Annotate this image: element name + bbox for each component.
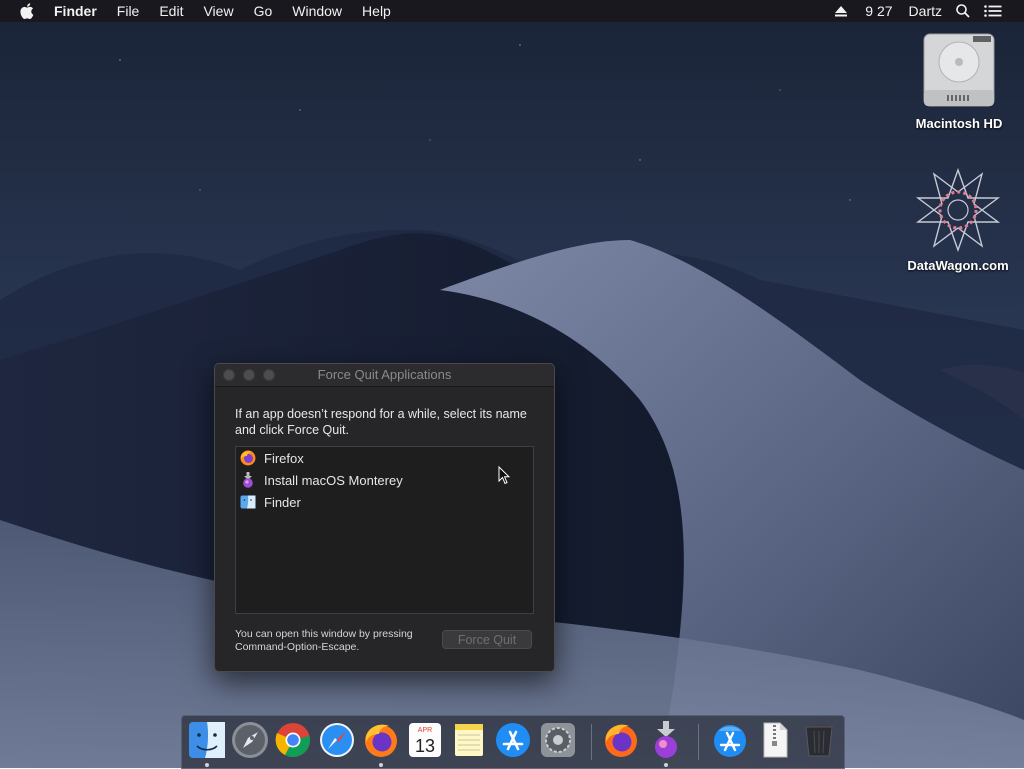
running-indicator bbox=[664, 763, 668, 767]
list-item-label: Firefox bbox=[264, 450, 304, 466]
menu-help[interactable]: Help bbox=[362, 3, 391, 19]
hint-line: You can open this window by pressing bbox=[235, 628, 413, 640]
dock-trash[interactable] bbox=[800, 721, 838, 759]
notes-icon bbox=[455, 724, 483, 756]
dock-install-macos[interactable] bbox=[647, 721, 685, 759]
dock-chrome[interactable] bbox=[274, 721, 312, 759]
list-item-firefox[interactable]: Firefox bbox=[236, 447, 533, 469]
launchpad-icon bbox=[232, 722, 268, 758]
finder-icon bbox=[240, 494, 256, 510]
window-titlebar[interactable]: Force Quit Applications bbox=[215, 364, 554, 387]
app-list[interactable]: Firefox Install macOS Monterey Finder bbox=[235, 446, 534, 614]
menu-window[interactable]: Window bbox=[292, 3, 342, 19]
dock-firefox-recent[interactable] bbox=[602, 721, 640, 759]
calendar-month: APR bbox=[418, 727, 432, 734]
list-item-label: Finder bbox=[264, 494, 301, 510]
archive-file-icon bbox=[763, 722, 788, 758]
hint-line: Command-Option-Escape. bbox=[235, 641, 360, 653]
datawagon-logo-icon bbox=[903, 168, 1013, 252]
dock-notes[interactable] bbox=[450, 721, 488, 759]
applications-folder-icon bbox=[714, 725, 746, 757]
install-macos-icon bbox=[240, 472, 256, 488]
app-store-icon bbox=[496, 723, 530, 757]
desktop-icon-label: DataWagon.com bbox=[907, 258, 1009, 273]
menu-file[interactable]: File bbox=[117, 3, 140, 19]
list-item-install-macos-monterey[interactable]: Install macOS Monterey bbox=[236, 469, 533, 491]
chrome-icon bbox=[275, 723, 310, 757]
desktop-icon-label: Macintosh HD bbox=[915, 116, 1003, 131]
dock-firefox[interactable] bbox=[362, 721, 400, 759]
keyboard-shortcut-hint: You can open this window by pressing Com… bbox=[235, 628, 435, 654]
firefox-icon bbox=[240, 450, 256, 466]
dock-app-store[interactable] bbox=[494, 721, 532, 759]
menu-edit[interactable]: Edit bbox=[159, 3, 183, 19]
dock: APR 13 bbox=[181, 715, 845, 769]
desktop-icon-datawagon[interactable]: DataWagon.com bbox=[903, 168, 1013, 273]
menu-view[interactable]: View bbox=[203, 3, 233, 19]
safari-icon bbox=[320, 723, 354, 757]
calendar-day: 13 bbox=[415, 736, 435, 756]
menu-go[interactable]: Go bbox=[254, 3, 273, 19]
dock-system-preferences[interactable] bbox=[539, 721, 577, 759]
desktop-icon-macintosh-hd[interactable]: Macintosh HD bbox=[904, 30, 1014, 131]
dock-applications-folder[interactable] bbox=[711, 721, 749, 759]
window-title: Force Quit Applications bbox=[317, 367, 452, 382]
dock-safari[interactable] bbox=[318, 721, 356, 759]
eject-icon[interactable] bbox=[835, 5, 848, 17]
dock-archive-file[interactable] bbox=[756, 721, 794, 759]
system-preferences-icon bbox=[541, 723, 575, 757]
menu-app-finder[interactable]: Finder bbox=[54, 3, 97, 19]
force-quit-window: Force Quit Applications If an app doesn’… bbox=[214, 363, 555, 672]
list-icon[interactable] bbox=[984, 5, 1002, 17]
mouse-cursor-icon bbox=[498, 465, 511, 490]
firefox-icon bbox=[605, 724, 637, 757]
running-indicator bbox=[205, 763, 209, 767]
trash-icon bbox=[805, 724, 833, 757]
dock-calendar[interactable]: APR 13 bbox=[406, 721, 444, 759]
menubar-user[interactable]: Dartz bbox=[909, 3, 942, 19]
apple-icon[interactable] bbox=[20, 3, 36, 19]
list-item-label: Install macOS Monterey bbox=[264, 472, 403, 488]
running-indicator bbox=[379, 763, 383, 767]
list-item-finder[interactable]: Finder bbox=[236, 491, 533, 513]
dock-finder[interactable] bbox=[188, 721, 226, 759]
dock-separator bbox=[591, 724, 592, 760]
finder-icon bbox=[189, 722, 225, 758]
install-macos-icon bbox=[655, 721, 677, 758]
menu-bar: Finder File Edit View Go Window Help 9 2… bbox=[0, 0, 1024, 22]
search-icon[interactable] bbox=[956, 4, 970, 18]
menubar-clock[interactable]: 9 27 bbox=[865, 3, 892, 19]
firefox-icon bbox=[365, 724, 397, 757]
dock-separator bbox=[698, 724, 699, 760]
hard-drive-icon bbox=[904, 30, 1014, 110]
dock-launchpad[interactable] bbox=[231, 721, 269, 759]
force-quit-description: If an app doesn’t respond for a while, s… bbox=[235, 407, 527, 437]
calendar-icon: APR 13 bbox=[409, 723, 441, 757]
force-quit-button[interactable]: Force Quit bbox=[442, 630, 532, 649]
